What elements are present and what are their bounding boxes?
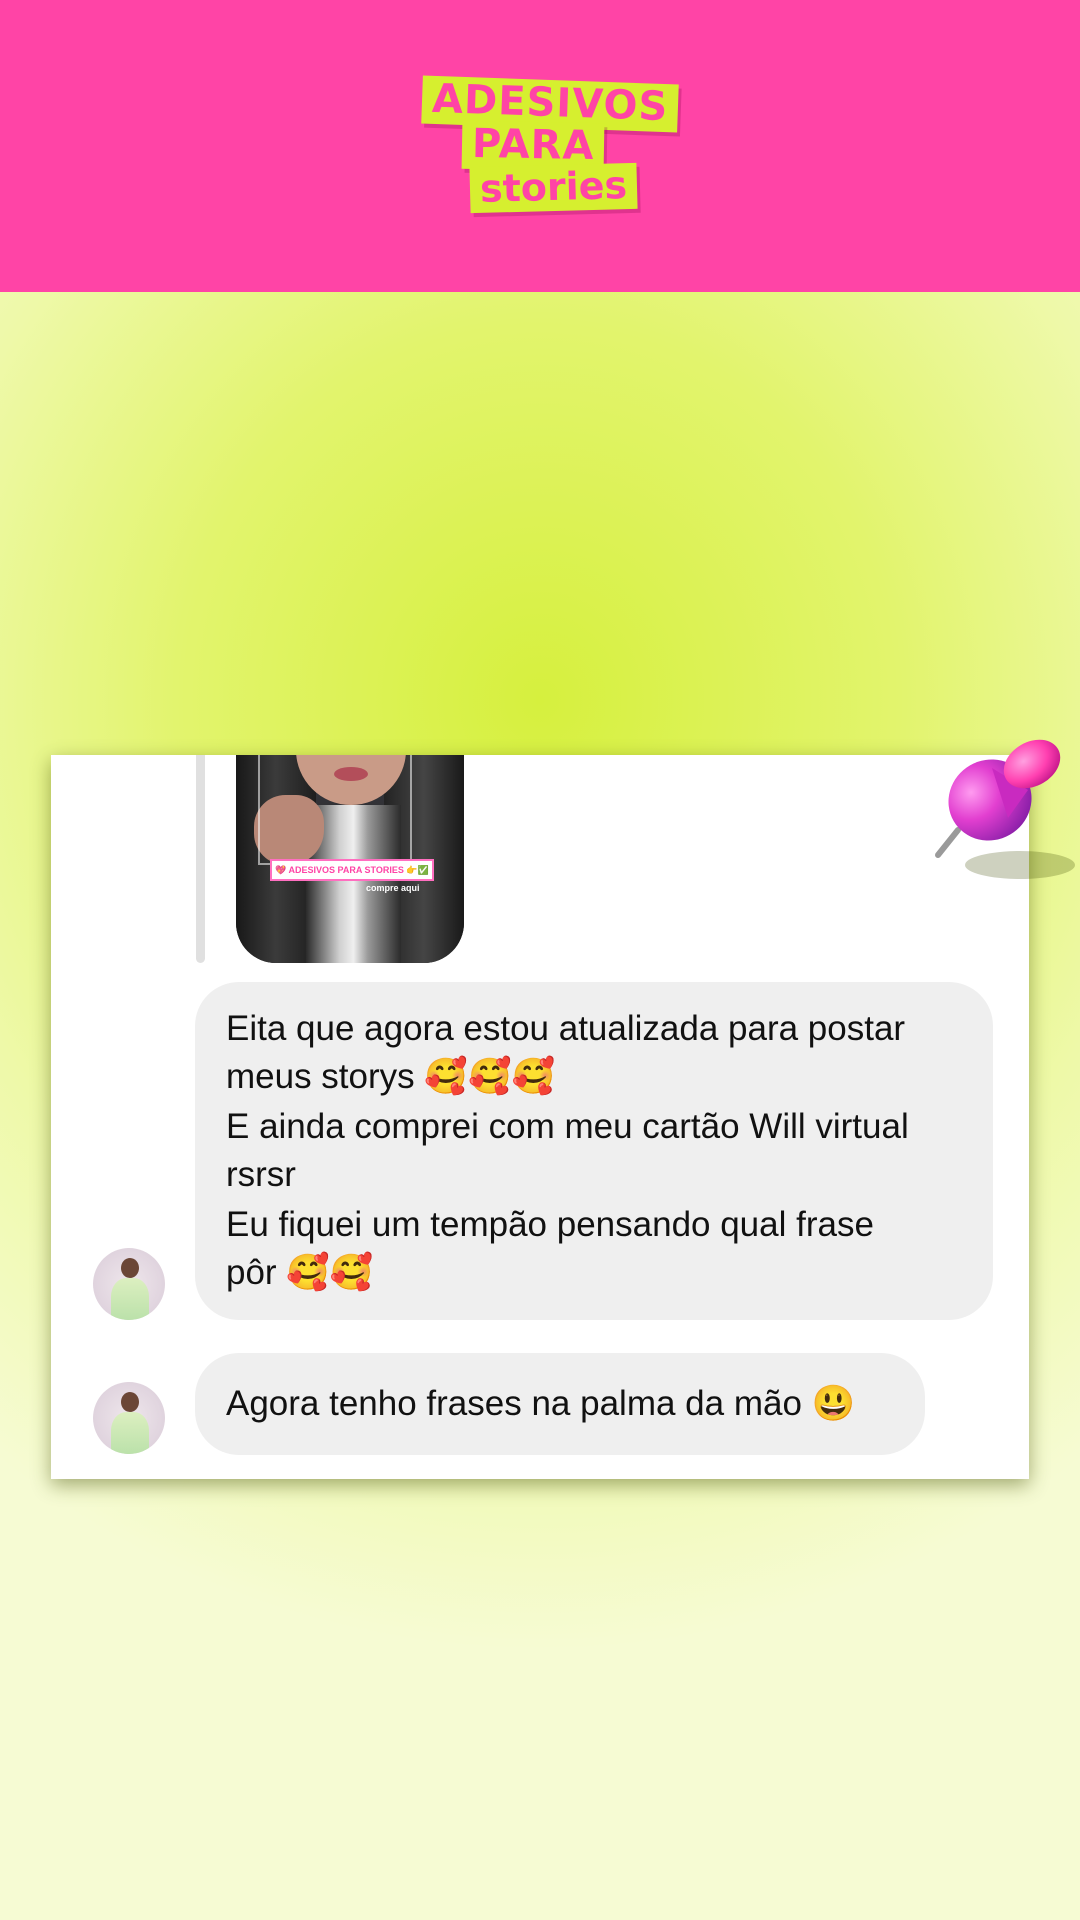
story-sticker-cta: compre aqui [366,883,420,893]
chat-screenshot-card: 💖 ADESIVOS PARA STORIES 👉✅ compre aqui E… [51,755,1029,1479]
message-1-line-5: Eu fiquei um tempão pensando qual frase [226,1205,874,1244]
header-banner: ADESIVOS PARA stories [0,0,1080,292]
avatar-body [111,1278,149,1320]
replied-story-thumbnail[interactable]: 💖 ADESIVOS PARA STORIES 👉✅ compre aqui [236,755,464,963]
story-sticker-label: 💖 ADESIVOS PARA STORIES 👉✅ [270,859,434,881]
avatar[interactable] [93,1382,165,1454]
reply-indicator-line [196,755,205,963]
testimonial-page: ADESIVOS PARA stories 💖 ADESIVOS PARA ST… [0,0,1080,1920]
message-1-line-2: meus storys 🥰🥰🥰 [226,1057,556,1096]
brand-logo: ADESIVOS PARA stories [420,75,680,216]
message-1-line-6: pôr 🥰🥰 [226,1253,374,1292]
message-1-line-3: E ainda comprei com meu cartão Will virt… [226,1107,909,1146]
pushpin-icon [935,739,1075,879]
message-1-text: Eita que agora estou atualizada para pos… [226,1005,966,1297]
avatar-head [121,1392,139,1412]
logo-line-3: stories [469,162,638,214]
avatar-head [121,1258,139,1278]
thumbnail-frame [258,755,412,865]
message-2-text: Agora tenho frases na palma da mão 😃 [226,1384,856,1423]
avatar-body [111,1412,149,1454]
message-1-line-4: rsrsr [226,1155,296,1194]
message-bubble-1[interactable]: Eita que agora estou atualizada para pos… [195,982,993,1320]
message-bubble-2[interactable]: Agora tenho frases na palma da mão 😃 [195,1353,925,1455]
message-1-line-1: Eita que agora estou atualizada para pos… [226,1009,906,1048]
avatar[interactable] [93,1248,165,1320]
